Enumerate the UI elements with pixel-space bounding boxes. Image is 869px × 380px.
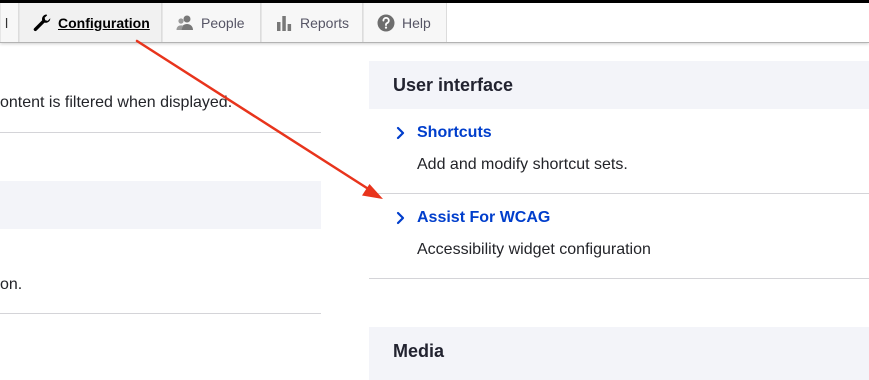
annotation-arrow	[135, 39, 383, 199]
